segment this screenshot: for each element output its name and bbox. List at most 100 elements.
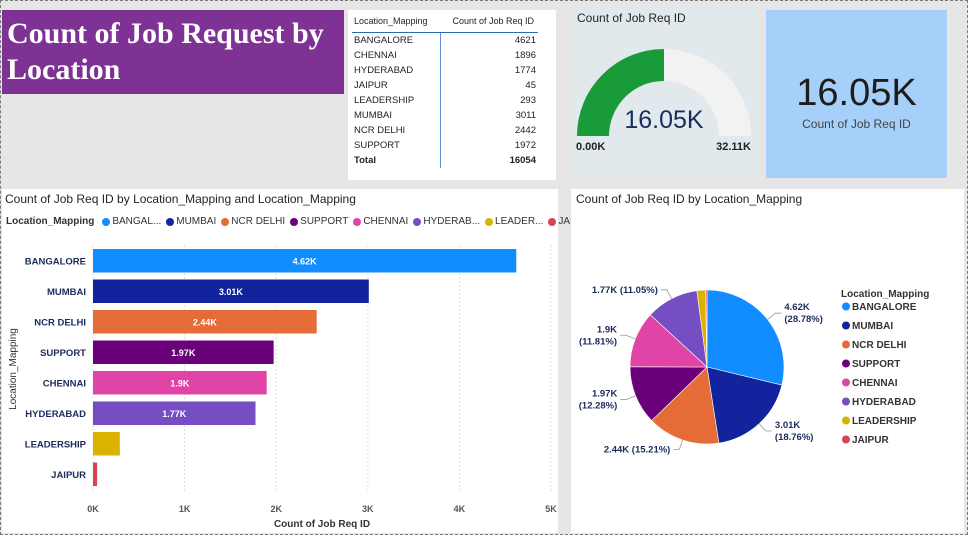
x-axis-label: Count of Job Req ID: [274, 519, 370, 530]
pie-leader-line: [758, 423, 772, 432]
x-tick-label: 5K: [545, 504, 557, 514]
table-row[interactable]: LEADERSHIP 293: [352, 93, 538, 108]
gauge-visual[interactable]: Count of Job Req ID 16.05K 0.00K 32.11K: [571, 8, 757, 178]
pie-legend-dot: [842, 321, 850, 330]
bar[interactable]: [93, 432, 120, 456]
table-cell-location: BANGALORE: [352, 32, 442, 48]
table-total-label: Total: [352, 153, 442, 168]
pie-data-label: 2.44K (15.21%): [604, 444, 671, 455]
pie-legend-dot: [842, 397, 850, 406]
pie-data-label: 3.01K: [775, 420, 800, 431]
pie-data-label: (11.81%): [579, 336, 617, 347]
bar-data-label: 1.97K: [171, 348, 196, 358]
pie-legend-label[interactable]: JAIPUR: [852, 435, 889, 446]
table-cell-count: 293: [520, 95, 536, 106]
table-row[interactable]: CHENNAI 1896: [352, 48, 538, 63]
table-cell-location: NCR DELHI: [352, 123, 442, 138]
table-total-value: 16054: [509, 155, 536, 166]
y-axis-label: Location_Mapping: [8, 328, 19, 410]
pie-legend-dot: [842, 340, 850, 349]
category-label: SUPPORT: [40, 348, 86, 359]
category-label: NCR DELHI: [34, 317, 86, 328]
table-cell-count: 1774: [514, 65, 536, 76]
title-banner: Count of Job Request by Location: [2, 10, 344, 94]
bar[interactable]: [93, 462, 98, 487]
table-cell-count: 3011: [515, 110, 536, 121]
page-title: Count of Job Request by Location: [7, 17, 324, 86]
table-cell-count: 1896: [514, 50, 536, 61]
pie-legend-dot: [842, 302, 850, 311]
kpi-card[interactable]: 16.05K Count of Job Req ID: [766, 10, 947, 178]
x-tick-label: 1K: [179, 504, 191, 514]
pie-legend-title: Location_Mapping: [841, 289, 929, 300]
pie-leader-line: [660, 289, 672, 299]
pie-data-label: (28.78%): [784, 314, 823, 325]
table-cell-location: JAIPUR: [352, 78, 442, 93]
x-tick-label: 0K: [87, 504, 99, 514]
pie-chart-visual[interactable]: Count of Job Req ID by Location_Mapping …: [571, 189, 964, 533]
bar-data-label: 4.62K: [293, 256, 318, 266]
table-row[interactable]: SUPPORT 1972: [352, 138, 538, 153]
table-row[interactable]: BANGALORE 4621: [352, 32, 538, 48]
column-header[interactable]: Location_Mapping: [352, 14, 441, 33]
gauge-max-label: 32.11K: [716, 141, 751, 153]
table-cell-location: MUMBAI: [352, 108, 442, 123]
pie-legend-label[interactable]: HYDERABAD: [852, 397, 916, 408]
table-row[interactable]: JAIPUR 45: [352, 78, 538, 93]
pie-data-label: 4.62K: [784, 302, 809, 313]
pie-data-label: (18.76%): [775, 432, 814, 443]
table-cell-location: LEADERSHIP: [352, 93, 442, 108]
table-row[interactable]: NCR DELHI 2442: [352, 123, 538, 138]
table-cell-count: 2442: [514, 125, 536, 136]
table-cell-location: HYDERABAD: [352, 63, 442, 78]
table-row[interactable]: HYDERABAD 1774: [352, 63, 538, 78]
table-cell-count: 45: [525, 80, 536, 91]
pie-legend-dot: [842, 435, 850, 444]
bar-chart-svg: 4.62K 3.01K 2.44K 1.97K 1.9K 1.77K BANGALORE M…: [8, 245, 557, 530]
category-label: BANGALORE: [25, 256, 86, 267]
pie-legend-label[interactable]: LEADERSHIP: [852, 416, 917, 427]
pie-legend-dot: [842, 416, 850, 425]
pie-legend-dot: [842, 359, 850, 368]
pie-leader-line: [619, 334, 636, 340]
pie-chart-svg: 4.62K(28.78%) 3.01K(18.76%) 2.44K (15.21%)…: [579, 285, 930, 456]
table-cell-count: 1972: [514, 140, 536, 151]
pie-leader-line: [767, 312, 782, 320]
x-tick-label: 2K: [270, 504, 282, 514]
pie-data-label: (12.28%): [579, 401, 618, 412]
x-tick-label: 4K: [454, 504, 466, 514]
table-total-row: Total 16054: [352, 153, 538, 168]
location-table-visual[interactable]: Location_Mapping Count of Job Req ID BAN…: [348, 10, 556, 180]
x-tick-label: 3K: [362, 504, 374, 514]
pie-leader-line: [620, 395, 636, 400]
gauge-min-label: 0.00K: [576, 141, 605, 153]
pie-legend-label[interactable]: MUMBAI: [852, 321, 893, 332]
bar-data-label: 2.44K: [193, 317, 218, 327]
table-header-row: Location_Mapping Count of Job Req ID: [352, 14, 538, 33]
bar-data-label: 1.77K: [162, 409, 187, 419]
table-row[interactable]: MUMBAI 3011: [352, 108, 538, 123]
table-cell-count: 4621: [514, 35, 536, 46]
pie-leader-line: [673, 439, 683, 450]
pie-data-label: 1.9K: [597, 324, 617, 335]
category-label: LEADERSHIP: [25, 439, 87, 450]
table-body: BANGALORE 4621 CHENNAI 1896 HYDERABAD 1774 JAI…: [352, 32, 538, 168]
card-value: 16.05K: [796, 72, 917, 114]
bar-data-label: 1.9K: [170, 378, 190, 388]
category-label: CHENNAI: [43, 378, 86, 389]
table-cell-location: CHENNAI: [352, 48, 442, 63]
pie-legend-label[interactable]: BANGALORE: [852, 302, 917, 313]
gauge-svg: 16.05K 0.00K 32.11K: [576, 49, 751, 153]
pie-legend-label[interactable]: CHENNAI: [852, 378, 898, 389]
category-label: HYDERABAD: [25, 409, 86, 420]
column-header[interactable]: Count of Job Req ID: [440, 14, 538, 33]
table-cell-location: SUPPORT: [352, 138, 442, 153]
pie-legend-label[interactable]: NCR DELHI: [852, 340, 907, 351]
bar-chart-visual[interactable]: Count of Job Req ID by Location_Mapping …: [2, 189, 594, 533]
pie-data-label: 1.97K: [592, 389, 617, 400]
pie-legend-label[interactable]: SUPPORT: [852, 359, 900, 370]
pie-legend-dot: [842, 378, 850, 387]
pie-data-label: 1.77K (11.05%): [592, 285, 658, 296]
gauge-value: 16.05K: [624, 106, 704, 134]
card-label: Count of Job Req ID: [802, 117, 911, 131]
